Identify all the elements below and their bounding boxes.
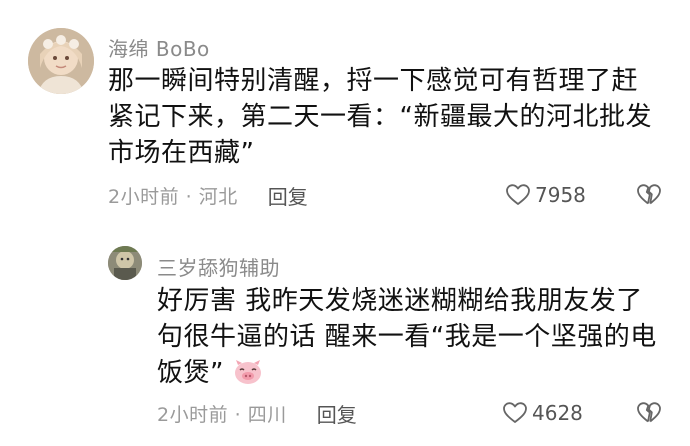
- reply-button[interactable]: 回复: [268, 181, 308, 210]
- like-count: 7958: [535, 183, 586, 207]
- heart-outline-icon: [506, 184, 530, 205]
- avatar-image: [108, 246, 142, 280]
- comment-text-line: 市场在西藏”: [108, 138, 255, 168]
- avatar[interactable]: [28, 28, 94, 94]
- comment-text-line: 句很牛逼的话 醒来一看“我是一个坚强的电: [157, 322, 657, 352]
- reply-button[interactable]: 回复: [317, 399, 357, 428]
- broken-heart-icon: [637, 184, 661, 205]
- comment-meta: 2小时前 · 河北 回复: [108, 180, 308, 210]
- comment-text: 那一瞬间特别清醒，捋一下感觉可有哲理了赶 紧记下来，第二天一看：“新疆最大的河北…: [108, 63, 678, 171]
- avatar[interactable]: [108, 246, 142, 280]
- like-button[interactable]: 4628: [502, 398, 583, 428]
- comment-text: 好厉害 我昨天发烧迷迷糊糊给我朋友发了 句很牛逼的话 醒来一看“我是一个坚强的电…: [157, 283, 682, 395]
- username[interactable]: 海绵 BoBo: [108, 33, 210, 62]
- broken-heart-icon: [637, 402, 661, 423]
- dislike-button[interactable]: [636, 180, 662, 210]
- comment-meta: 2小时前 · 四川 回复: [157, 398, 357, 428]
- timestamp-location: 2小时前 · 四川: [157, 403, 287, 426]
- comment-text-fragment: 饭煲”: [157, 358, 224, 388]
- pig-emoji-graphic: [234, 360, 261, 384]
- comment-text-line: 饭煲”: [157, 355, 682, 395]
- avatar-image: [28, 28, 94, 94]
- heart-outline-icon: [503, 402, 527, 423]
- pig-face-emoji: [233, 359, 263, 395]
- comment-text-line: 好厉害 我昨天发烧迷迷糊糊给我朋友发了: [157, 286, 643, 316]
- dislike-button[interactable]: [636, 398, 662, 428]
- timestamp-location: 2小时前 · 河北: [108, 185, 238, 208]
- like-count: 4628: [532, 401, 583, 425]
- like-button[interactable]: 7958: [505, 180, 586, 210]
- comment-item: 海绵 BoBo 那一瞬间特别清醒，捋一下感觉可有哲理了赶 紧记下来，第二天一看：…: [0, 0, 690, 225]
- username[interactable]: 三岁舔狗辅助: [157, 252, 280, 281]
- comment-text-line: 紧记下来，第二天一看：“新疆最大的河北批发: [108, 102, 652, 132]
- reply-comment-item: 三岁舔狗辅助 好厉害 我昨天发烧迷迷糊糊给我朋友发了 句很牛逼的话 醒来一看“我…: [0, 225, 690, 446]
- comment-text-line: 那一瞬间特别清醒，捋一下感觉可有哲理了赶: [108, 66, 639, 96]
